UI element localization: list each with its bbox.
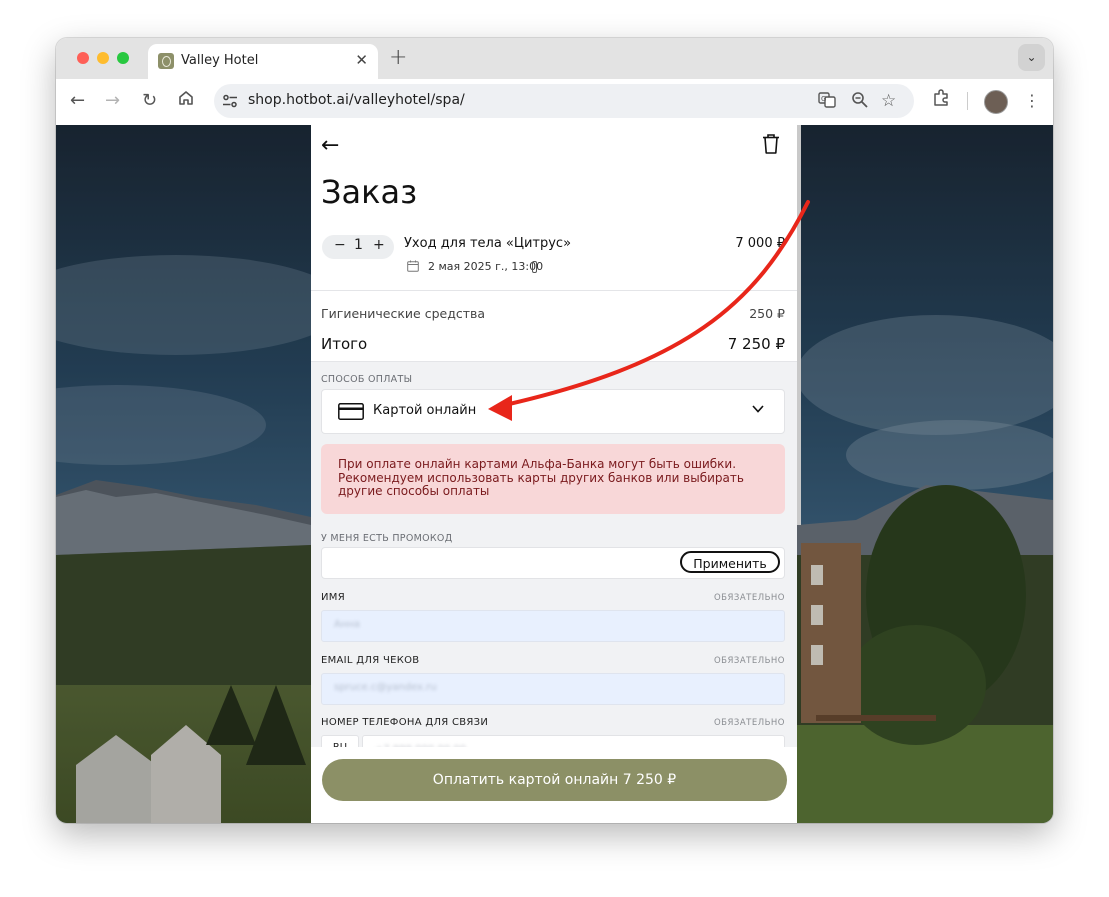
- reload-icon[interactable]: ↻: [142, 90, 157, 112]
- bookmark-star-icon[interactable]: ☆: [881, 91, 896, 111]
- menu-dots-icon[interactable]: ⋮: [1024, 90, 1040, 112]
- hygiene-price: 250 ₽: [749, 306, 785, 321]
- pay-online-button[interactable]: Оплатить картой онлайн 7 250 ₽: [322, 759, 787, 801]
- name-field[interactable]: Анна: [321, 610, 785, 642]
- payment-method-value: Картой онлайн: [373, 403, 477, 418]
- site-favicon-icon: [158, 53, 174, 69]
- toolbar-divider: [967, 92, 968, 110]
- browser-toolbar: ← → ↻ shop.hotbot.ai/valleyhotel/spa/ G …: [56, 79, 1053, 126]
- chevron-down-icon: [752, 405, 764, 413]
- home-icon[interactable]: [177, 89, 195, 113]
- tab-search-button[interactable]: ⌄: [1018, 44, 1045, 71]
- panel-scrollbar[interactable]: [797, 125, 801, 525]
- quantity-value: 1: [354, 237, 363, 253]
- tab-close-icon[interactable]: ✕: [355, 51, 368, 69]
- item-price: 7 000 ₽: [735, 236, 785, 251]
- order-header-section: ← Заказ − 1 + Уход для тела «Цитрус» 7 0…: [311, 125, 797, 291]
- forward-icon[interactable]: →: [105, 90, 120, 112]
- email-field[interactable]: spruce.c@yandex.ru: [321, 673, 785, 705]
- order-panel: ← Заказ − 1 + Уход для тела «Цитрус» 7 0…: [311, 125, 797, 823]
- text-cursor-icon: [532, 261, 537, 273]
- name-field-value: Анна: [334, 619, 361, 630]
- bottom-pay-bar: Оплатить картой онлайн 7 250 ₽: [311, 747, 797, 823]
- email-required-label: ОБЯЗАТЕЛЬНО: [713, 656, 785, 666]
- decrease-quantity-button[interactable]: −: [334, 237, 346, 253]
- email-field-value: spruce.c@yandex.ru: [334, 682, 437, 693]
- payment-method-select[interactable]: Картой онлайн: [321, 389, 785, 434]
- trash-icon[interactable]: [762, 133, 780, 155]
- credit-card-icon: [338, 403, 364, 420]
- back-icon[interactable]: ←: [70, 90, 85, 112]
- phone-field-label: НОМЕР ТЕЛЕФОНА ДЛЯ СВЯЗИ: [321, 717, 489, 728]
- tab-bar: Valley Hotel ✕ + ⌄: [56, 38, 1053, 79]
- url-text[interactable]: shop.hotbot.ai/valleyhotel/spa/: [248, 92, 465, 108]
- total-price: 7 250 ₽: [727, 335, 785, 353]
- alert-text: При оплате онлайн картами Альфа-Банка мо…: [338, 457, 744, 498]
- svg-text:G: G: [821, 95, 826, 103]
- extensions-icon[interactable]: [932, 89, 950, 113]
- page-title: Заказ: [321, 173, 418, 211]
- name-required-label: ОБЯЗАТЕЛЬНО: [713, 593, 785, 603]
- translate-icon[interactable]: G: [818, 91, 836, 113]
- promo-label: У МЕНЯ ЕСТЬ ПРОМОКОД: [321, 533, 453, 544]
- address-bar[interactable]: shop.hotbot.ai/valleyhotel/spa/ G ☆: [214, 84, 914, 118]
- site-info-icon[interactable]: [222, 93, 238, 109]
- back-arrow-icon[interactable]: ←: [321, 133, 339, 158]
- zoom-icon[interactable]: [851, 91, 869, 113]
- browser-window: Valley Hotel ✕ + ⌄ ← → ↻ shop.hotbot.ai/…: [56, 38, 1053, 823]
- new-tab-button[interactable]: +: [389, 45, 407, 70]
- profile-avatar[interactable]: [984, 90, 1008, 114]
- maximize-window-button[interactable]: [117, 52, 129, 64]
- phone-required-label: ОБЯЗАТЕЛЬНО: [713, 718, 785, 728]
- payment-warning-alert: При оплате онлайн картами Альфа-Банка мо…: [321, 444, 785, 514]
- item-date: 2 мая 2025 г., 13:00: [428, 260, 544, 273]
- page-content: ← Заказ − 1 + Уход для тела «Цитрус» 7 0…: [56, 125, 1053, 823]
- browser-tab[interactable]: Valley Hotel ✕: [148, 44, 378, 79]
- payment-method-label: СПОСОБ ОПЛАТЫ: [321, 374, 413, 385]
- promo-code-input[interactable]: Применить: [321, 547, 785, 579]
- order-summary-section: Гигиенические средства 250 ₽ Итого 7 250…: [311, 291, 797, 362]
- increase-quantity-button[interactable]: +: [373, 237, 385, 253]
- tab-title: Valley Hotel: [181, 53, 259, 68]
- calendar-icon: [407, 260, 419, 272]
- hygiene-label: Гигиенические средства: [321, 306, 486, 321]
- quantity-stepper[interactable]: − 1 +: [322, 235, 394, 259]
- item-name: Уход для тела «Цитрус»: [404, 236, 572, 251]
- minimize-window-button[interactable]: [97, 52, 109, 64]
- name-field-label: ИМЯ: [321, 592, 345, 603]
- close-window-button[interactable]: [77, 52, 89, 64]
- apply-promo-button[interactable]: Применить: [680, 551, 780, 573]
- email-field-label: EMAIL ДЛЯ ЧЕКОВ: [321, 655, 420, 666]
- total-label: Итого: [321, 335, 368, 353]
